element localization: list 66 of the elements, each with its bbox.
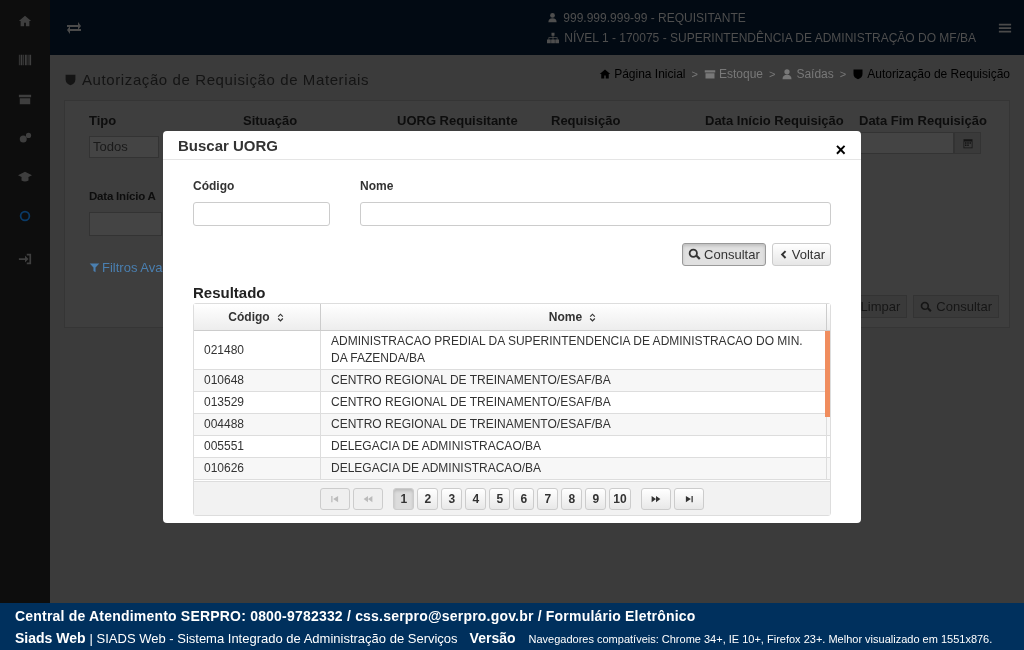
breadcrumb-separator: >: [769, 67, 776, 80]
page-button[interactable]: 3: [441, 487, 463, 510]
user-icon: [547, 12, 559, 23]
page-button[interactable]: 4: [465, 487, 487, 510]
table-cell: 010626: [194, 458, 321, 479]
breadcrumb-separator: >: [691, 67, 698, 80]
table-cell: 010648: [194, 370, 321, 391]
user-icon: [781, 67, 794, 80]
date-field[interactable]: [89, 212, 162, 236]
back-button[interactable]: Voltar: [771, 243, 831, 266]
page-button[interactable]: 10: [609, 487, 631, 510]
barcode-icon: [18, 53, 32, 67]
column-header[interactable]: Código: [194, 304, 321, 330]
sign-in-icon: [18, 252, 32, 266]
page-button[interactable]: 9: [585, 487, 607, 510]
search-icon: [920, 300, 933, 313]
field-label: Nome: [360, 179, 394, 193]
version-label: Versão: [469, 630, 516, 646]
graduation-cap-icon: [18, 170, 32, 184]
page-button[interactable]: 8: [561, 487, 583, 510]
app-name: Siads Web: [15, 630, 86, 646]
browser-note: Navegadores compatíveis: Chrome 34+, IE 10+, Firefox 23+. Melhor visualizado em 1551x876.: [528, 633, 993, 645]
table-cell: DELEGACIA DE ADMINISTRACAO/BA: [321, 436, 827, 457]
page-button[interactable]: 1: [393, 487, 415, 510]
column-header[interactable]: Nome: [321, 304, 827, 330]
search-icon: [688, 248, 702, 261]
date-field[interactable]: [859, 132, 954, 154]
name-field[interactable]: [360, 202, 831, 226]
dialog-title: Buscar UORG: [178, 137, 279, 154]
table-cell: 005551: [194, 436, 321, 457]
sitemap-icon: [547, 31, 560, 44]
page-button[interactable]: 5: [489, 487, 511, 510]
close-button[interactable]: ×: [835, 143, 846, 157]
table-cell: 021480: [194, 331, 321, 369]
shield-icon: [852, 67, 865, 80]
search-button[interactable]: Consultar: [682, 243, 766, 266]
scrollbar-thumb[interactable]: [825, 331, 830, 417]
page-button[interactable]: 7: [537, 487, 559, 510]
unit-name: NÍVEL 1 - 170075 - SUPERINTENDÊNCIA DE ADMINISTRAÇÃO DO MF/BA: [564, 30, 976, 45]
contact-text: Central de Atendimento SERPRO: 0800-9782332 / css.serpro@serpro.gov.br / Formulário Eletrônico: [15, 608, 697, 624]
calendar-button[interactable]: [954, 132, 981, 154]
circle-icon: [18, 209, 32, 223]
home-icon: [599, 67, 612, 80]
user-name: 999.999.999-99 - REQUISITANTE: [563, 10, 746, 25]
page-button[interactable]: 2: [417, 487, 439, 510]
system-name: | SIADS Web - Sistema Integrado de Administração de Serviços: [89, 631, 458, 646]
first-page-icon: [330, 493, 341, 504]
last-page-button[interactable]: [673, 487, 704, 510]
archive-icon: [18, 92, 32, 106]
last-page-icon: [683, 493, 694, 504]
previous-page-icon: [363, 493, 374, 504]
field-label: Código: [193, 179, 235, 193]
table-cell: 013529: [194, 392, 321, 413]
page-button[interactable]: 6: [513, 487, 535, 510]
archive-icon: [703, 67, 716, 80]
code-field[interactable]: [193, 202, 330, 226]
home-icon: [18, 14, 32, 28]
next-page-button[interactable]: [640, 487, 671, 510]
calendar-icon: [961, 137, 974, 149]
shield-icon: [64, 73, 77, 86]
next-page-icon: [650, 493, 661, 504]
section-title: Resultado: [193, 284, 267, 301]
table-cell: 004488: [194, 414, 321, 435]
table-cell: DELEGACIA DE ADMINISTRACAO/BA: [321, 458, 827, 479]
breadcrumb-separator: >: [839, 67, 847, 80]
filter-icon: [89, 262, 100, 273]
